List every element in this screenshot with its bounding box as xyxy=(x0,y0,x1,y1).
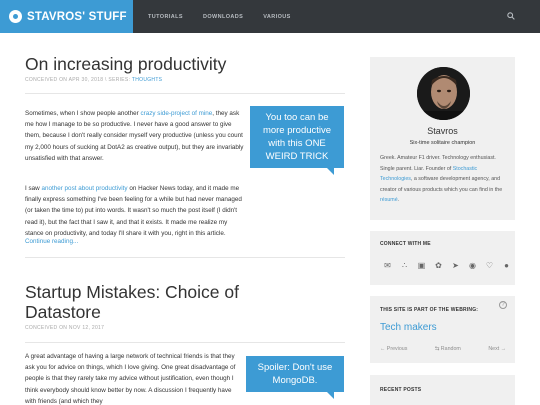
paragraph-text: on Hacker News today, and it made me fin… xyxy=(25,185,242,237)
widget-title: THIS SITE IS PART OF THE WEBRING: xyxy=(380,307,479,313)
webring-navigation: ← Previous ⇆ Random Next → xyxy=(380,346,506,352)
divider xyxy=(25,257,345,258)
logo-icon xyxy=(9,10,22,23)
resume-link[interactable]: résumé xyxy=(380,197,398,203)
divider xyxy=(25,342,345,343)
telegram-icon[interactable]: ➤ xyxy=(451,261,460,270)
profile-name: Stavros xyxy=(427,126,458,136)
flickr-icon[interactable]: ● xyxy=(502,261,511,270)
help-icon[interactable]: ? xyxy=(499,301,507,309)
paragraph-text: Sometimes, when I show people another xyxy=(25,110,141,117)
profile-bio: Greek. Amateur F1 driver. Technology ent… xyxy=(380,153,507,206)
search-icon[interactable] xyxy=(507,12,515,20)
inline-link[interactable]: crazy side-project of mine xyxy=(141,110,213,117)
site-brand[interactable]: STAVROS' STUFF xyxy=(0,0,133,33)
recent-posts-widget: RECENT POSTS xyxy=(370,375,515,405)
twitter-icon[interactable]: ✿ xyxy=(434,261,443,270)
connect-widget: CONNECT WITH ME ✉ ∴ ▣ ✿ ➤ ◉ ♡ ● xyxy=(370,231,515,285)
divider xyxy=(25,93,345,94)
post-paragraph: Sometimes, when I show people another cr… xyxy=(25,108,245,164)
webring-previous[interactable]: ← Previous xyxy=(380,346,407,352)
webring-random[interactable]: ⇆ Random xyxy=(435,346,461,352)
heart-icon[interactable]: ♡ xyxy=(485,261,494,270)
series-link[interactable]: THOUGHTS xyxy=(132,77,162,83)
post-paragraph: I saw another post about productivity on… xyxy=(25,183,245,239)
random-label: Random xyxy=(440,346,461,352)
next-label: Next xyxy=(488,346,500,352)
widget-title: CONNECT WITH ME xyxy=(380,241,431,247)
profile-widget: Stavros Six-time solitaire champion Gree… xyxy=(370,57,515,220)
profile-tagline: Six-time solitaire champion xyxy=(409,140,476,146)
previous-label: Previous xyxy=(386,346,408,352)
post-title[interactable]: On increasing productivity xyxy=(25,54,345,74)
webring-widget: ? THIS SITE IS PART OF THE WEBRING: Tech… xyxy=(370,296,515,363)
top-navigation-bar: STAVROS' STUFF TUTORIALS DOWNLOADS VARIO… xyxy=(0,0,540,33)
avatar xyxy=(417,67,470,120)
nav-tutorials[interactable]: TUTORIALS xyxy=(148,14,183,20)
rss-icon[interactable]: ∴ xyxy=(400,261,409,270)
bio-text: . xyxy=(397,197,400,203)
main-nav: TUTORIALS DOWNLOADS VARIOUS xyxy=(148,0,311,33)
webring-next[interactable]: Next → xyxy=(488,346,506,352)
nav-downloads[interactable]: DOWNLOADS xyxy=(203,14,243,20)
inline-link[interactable]: another post about productivity xyxy=(41,185,127,192)
nav-various[interactable]: VARIOUS xyxy=(263,14,290,20)
github-icon[interactable]: ◉ xyxy=(468,261,477,270)
social-icons: ✉ ∴ ▣ ✿ ➤ ◉ ♡ ● xyxy=(383,261,511,270)
arrow-left-icon: ← xyxy=(380,346,387,352)
pull-quote: You too can be more productive with this… xyxy=(250,106,344,175)
mastodon-icon[interactable]: ▣ xyxy=(417,261,426,270)
email-icon[interactable]: ✉ xyxy=(383,261,392,270)
post-date: CONCEIVED ON APR 30, 2018 \ SERIES: xyxy=(25,77,132,84)
post-paragraph: A great advantage of having a large netw… xyxy=(25,353,236,405)
arrow-right-icon: → xyxy=(499,346,506,352)
post-meta: CONCEIVED ON NOV 12, 2017 xyxy=(25,325,105,332)
site-title[interactable]: STAVROS' STUFF xyxy=(27,11,127,23)
paragraph-text: , they ask me how I manage to be so prod… xyxy=(25,110,244,162)
post-header: On increasing productivity CONCEIVED ON … xyxy=(25,54,345,83)
widget-title: RECENT POSTS xyxy=(380,387,422,393)
bio-text: Greek. Amateur F1 driver. Technology ent… xyxy=(380,155,496,172)
webring-name-link[interactable]: Tech makers xyxy=(380,322,437,333)
pull-quote: Spoiler: Don't use MongoDB. xyxy=(246,356,344,399)
continue-reading-link[interactable]: Continue reading... xyxy=(25,238,78,245)
paragraph-text: I saw xyxy=(25,185,42,192)
post-title[interactable]: Startup Mistakes: Choice of Datastore xyxy=(25,282,255,322)
post-meta: CONCEIVED ON APR 30, 2018 \ SERIES: THOU… xyxy=(25,77,345,83)
post-header: Startup Mistakes: Choice of Datastore CO… xyxy=(25,282,255,331)
